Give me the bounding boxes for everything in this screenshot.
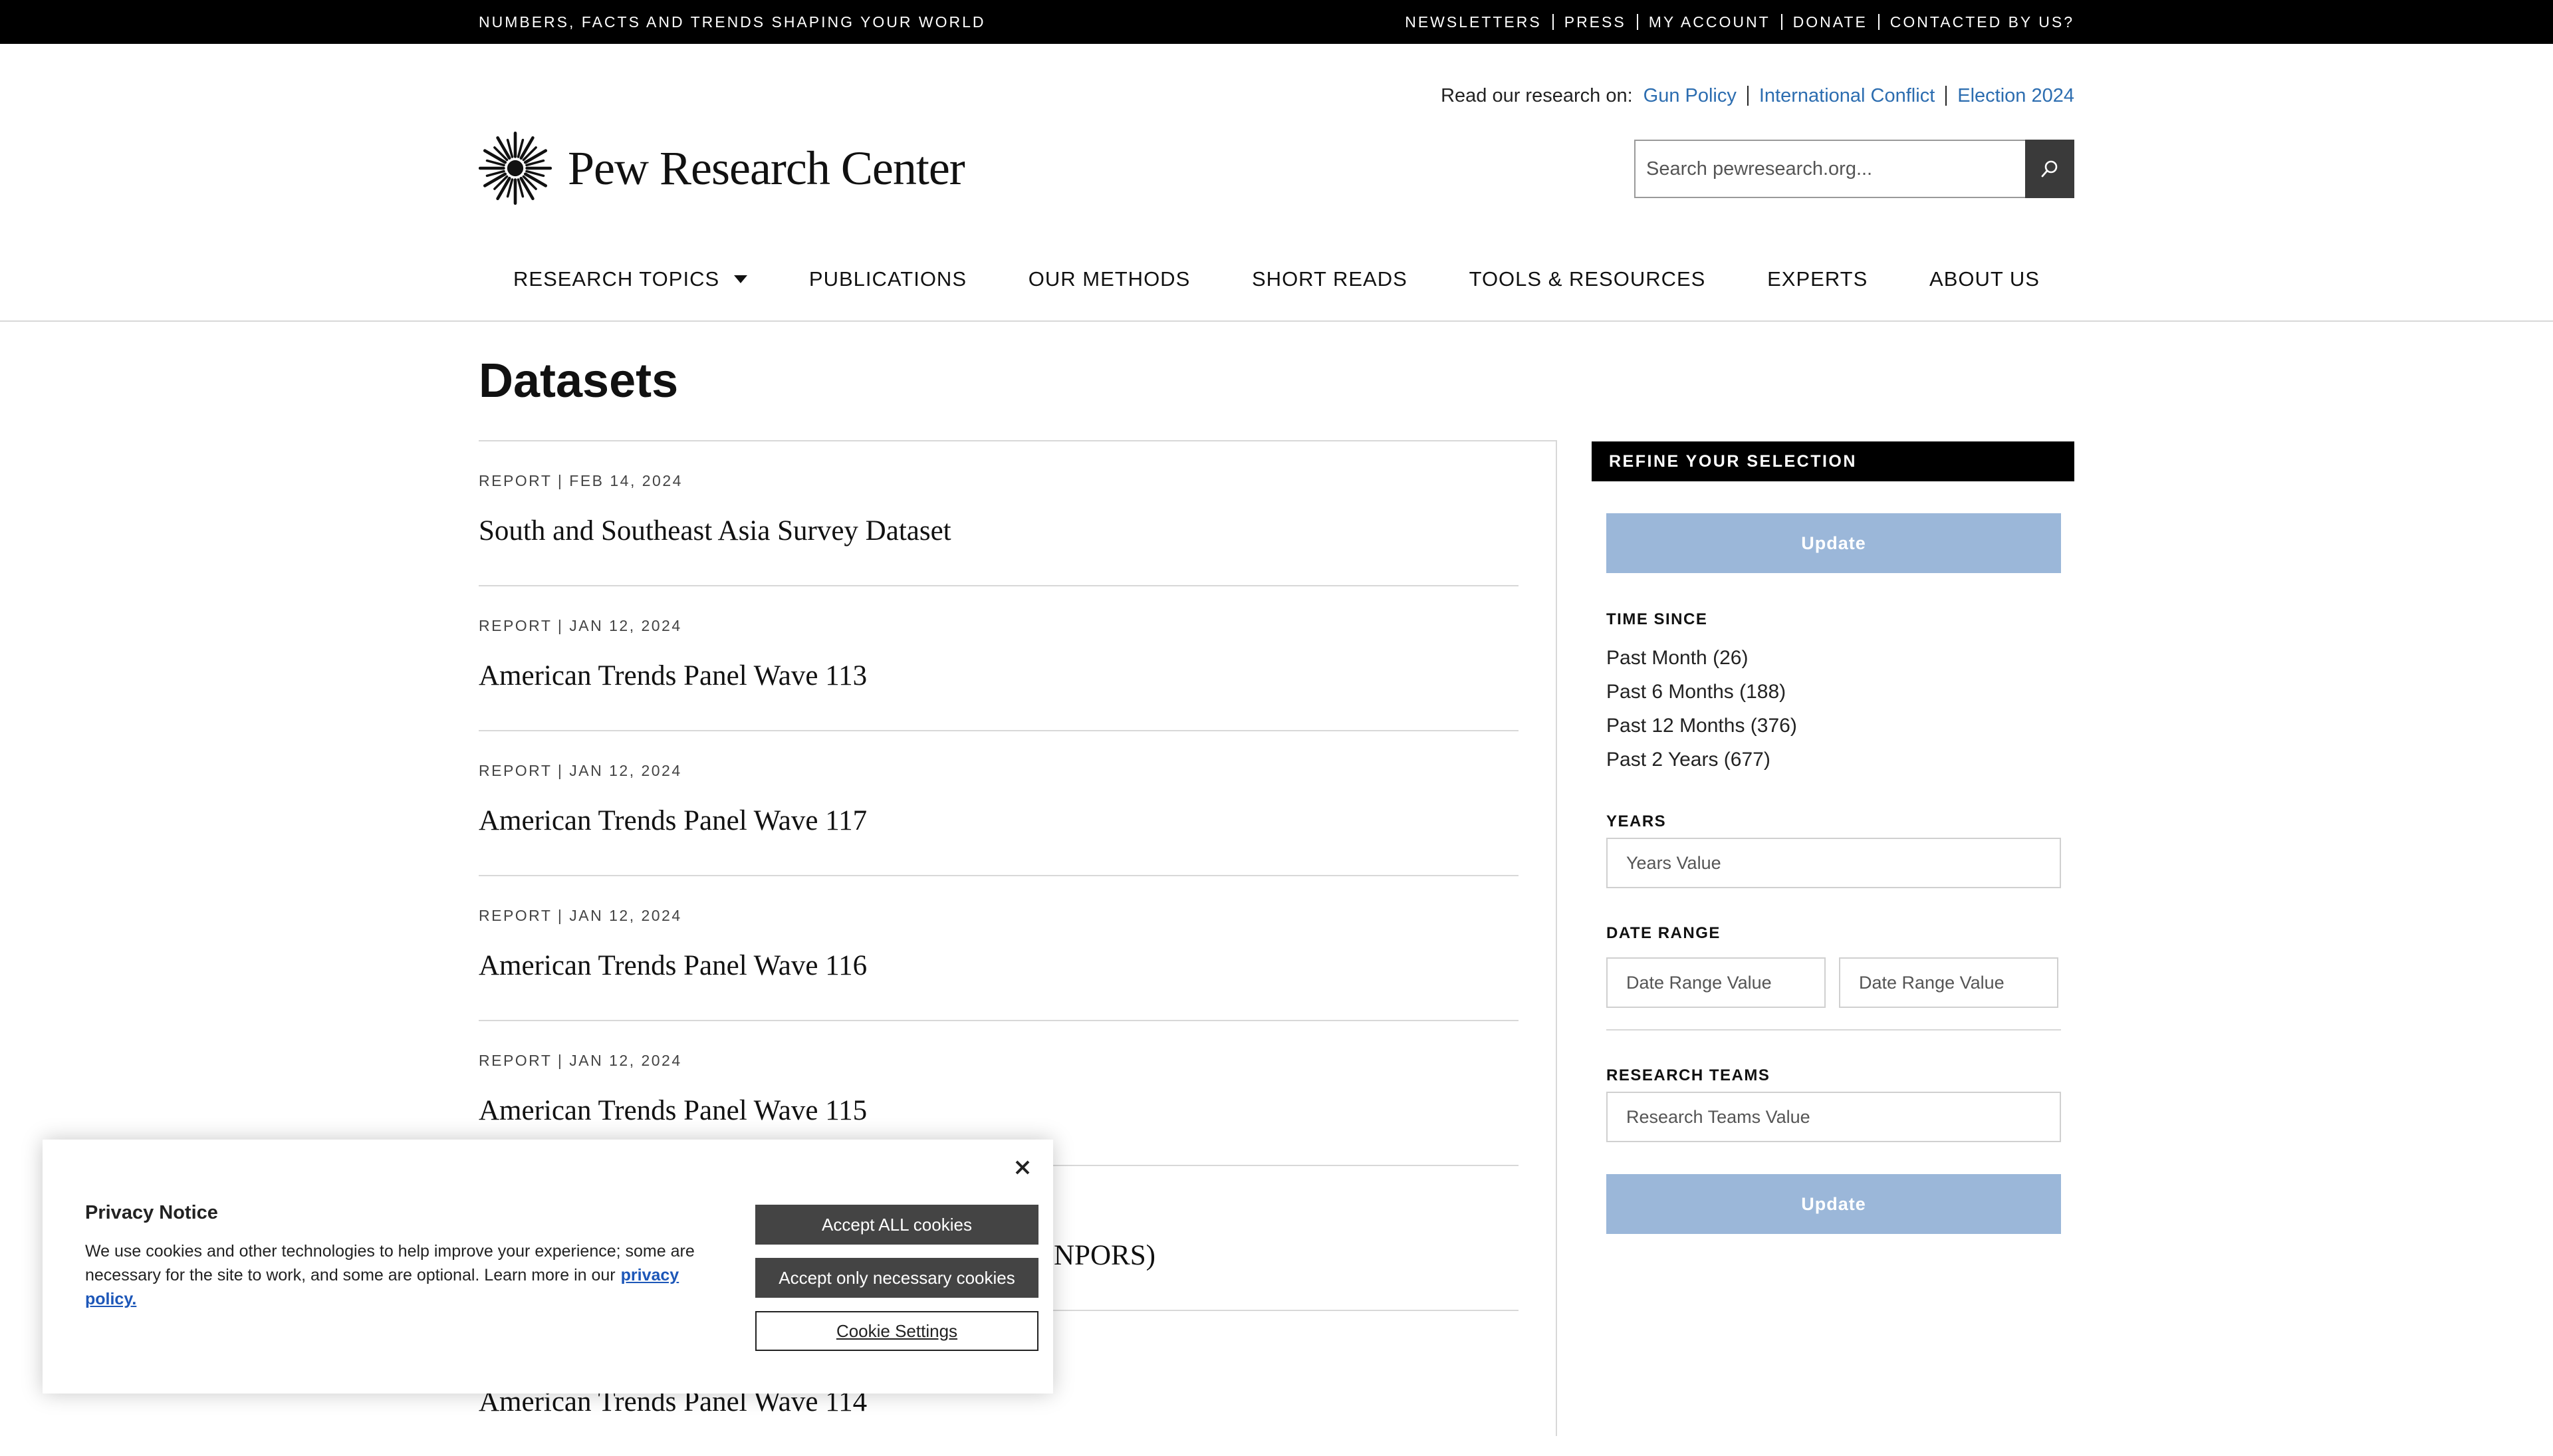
- time-option-past-6-months[interactable]: Past 6 Months (188): [1606, 675, 2061, 709]
- item-meta: REPORT | FEB 14, 2024: [479, 472, 683, 489]
- divider: [1780, 14, 1782, 30]
- item-title-link[interactable]: American Trends Panel Wave 113: [479, 660, 867, 692]
- divider: [1878, 14, 1880, 30]
- site-tagline: NUMBERS, FACTS AND TRENDS SHAPING YOUR W…: [479, 13, 986, 31]
- research-lead-text: Read our research on:: [1441, 84, 1633, 106]
- item-title-link[interactable]: NPORS): [1054, 1239, 1155, 1272]
- nav-label: RESEARCH TOPICS: [513, 267, 720, 291]
- nav-tools-resources[interactable]: TOOLS & RESOURCES: [1469, 267, 1706, 291]
- nav-publications[interactable]: PUBLICATIONS: [809, 267, 967, 291]
- nav-our-methods[interactable]: OUR METHODS: [1029, 267, 1191, 291]
- time-since-label: TIME SINCE: [1606, 610, 1708, 628]
- filter-panel: Update TIME SINCE Past Month (26) Past 6…: [1606, 513, 2061, 1234]
- research-topic-links: Read our research on: Gun Policy Interna…: [1441, 81, 2074, 110]
- item-meta: REPORT | JAN 12, 2024: [479, 617, 682, 634]
- main-navigation: RESEARCH TOPICS PUBLICATIONS OUR METHODS…: [479, 255, 2074, 303]
- caret-down-icon: [734, 275, 748, 283]
- header-divider: [0, 320, 2553, 322]
- nav-short-reads[interactable]: SHORT READS: [1252, 267, 1407, 291]
- privacy-notice-banner: Privacy Notice We use cookies and other …: [43, 1140, 1053, 1394]
- search-input[interactable]: [1634, 140, 2025, 198]
- election-2024-link[interactable]: Election 2024: [1957, 85, 2074, 107]
- date-range-end-input[interactable]: [1839, 957, 2058, 1008]
- privacy-notice-text: We use cookies and other technologies to…: [85, 1239, 710, 1311]
- cookie-settings-button[interactable]: Cookie Settings: [755, 1311, 1038, 1351]
- item-title-link[interactable]: American Trends Panel Wave 115: [479, 1094, 867, 1127]
- research-teams-input[interactable]: [1606, 1092, 2061, 1142]
- nav-research-topics[interactable]: RESEARCH TOPICS: [513, 267, 748, 291]
- list-item: REPORT | JAN 12, 2024 American Trends Pa…: [479, 876, 1519, 1021]
- contacted-by-us-link[interactable]: CONTACTED BY US?: [1890, 0, 2074, 44]
- my-account-link[interactable]: MY ACCOUNT: [1649, 0, 1770, 44]
- years-input[interactable]: [1606, 838, 2061, 888]
- search-icon: [2041, 160, 2058, 178]
- update-button-top[interactable]: Update: [1606, 513, 2061, 573]
- close-button[interactable]: [1009, 1154, 1036, 1181]
- sidebar-header: REFINE YOUR SELECTION: [1592, 441, 2074, 481]
- list-item: REPORT | JAN 12, 2024 American Trends Pa…: [479, 586, 1519, 731]
- utility-links: NEWSLETTERS PRESS MY ACCOUNT DONATE CONT…: [1405, 0, 2074, 44]
- nav-experts[interactable]: EXPERTS: [1767, 267, 1868, 291]
- item-meta: REPORT | JAN 12, 2024: [479, 762, 682, 779]
- accept-necessary-cookies-button[interactable]: Accept only necessary cookies: [755, 1258, 1038, 1298]
- date-range-fields: [1606, 957, 2061, 1008]
- logo-wordmark: Pew Research Center: [568, 141, 965, 195]
- divider: [1945, 86, 1947, 106]
- years-label: YEARS: [1606, 812, 1667, 830]
- date-range-label: DATE RANGE: [1606, 924, 1721, 942]
- item-title-link[interactable]: American Trends Panel Wave 116: [479, 949, 867, 982]
- search-button[interactable]: [2025, 140, 2074, 198]
- close-icon: [1015, 1160, 1030, 1175]
- newsletters-link[interactable]: NEWSLETTERS: [1405, 0, 1542, 44]
- column-divider: [1556, 440, 1557, 1436]
- page-title: Datasets: [479, 354, 679, 408]
- time-option-past-2-years[interactable]: Past 2 Years (677): [1606, 743, 2061, 777]
- privacy-notice-body: We use cookies and other technologies to…: [85, 1242, 695, 1284]
- divider: [1636, 14, 1638, 30]
- nav-about-us[interactable]: ABOUT US: [1929, 267, 2040, 291]
- list-item: REPORT | JAN 12, 2024 American Trends Pa…: [479, 731, 1519, 876]
- donate-link[interactable]: DONATE: [1793, 0, 1868, 44]
- top-utility-bar: NUMBERS, FACTS AND TRENDS SHAPING YOUR W…: [0, 0, 2553, 44]
- research-teams-label: RESEARCH TEAMS: [1606, 1066, 1770, 1084]
- refine-sidebar: REFINE YOUR SELECTION Update TIME SINCE …: [1592, 441, 2074, 1234]
- item-meta: REPORT | JAN 12, 2024: [479, 907, 682, 924]
- time-option-past-month[interactable]: Past Month (26): [1606, 641, 2061, 675]
- site-logo[interactable]: Pew Research Center: [479, 130, 965, 206]
- item-title-link[interactable]: American Trends Panel Wave 117: [479, 804, 867, 837]
- gun-policy-link[interactable]: Gun Policy: [1643, 85, 1737, 107]
- update-button-bottom[interactable]: Update: [1606, 1174, 2061, 1234]
- time-option-past-12-months[interactable]: Past 12 Months (376): [1606, 709, 2061, 743]
- list-item: REPORT | FEB 14, 2024 South and Southeas…: [479, 441, 1519, 586]
- pew-sunburst-icon: [479, 132, 552, 205]
- international-conflict-link[interactable]: International Conflict: [1759, 85, 1935, 107]
- site-search: [1634, 140, 2074, 198]
- item-title-link[interactable]: South and Southeast Asia Survey Dataset: [479, 515, 951, 547]
- date-range-start-input[interactable]: [1606, 957, 1826, 1008]
- divider: [1747, 86, 1749, 106]
- divider: [1606, 1029, 2061, 1031]
- accept-all-cookies-button[interactable]: Accept ALL cookies: [755, 1205, 1038, 1245]
- divider: [1552, 14, 1554, 30]
- item-meta: REPORT | JAN 12, 2024: [479, 1052, 682, 1069]
- privacy-notice-title: Privacy Notice: [85, 1202, 218, 1223]
- time-since-options: Past Month (26) Past 6 Months (188) Past…: [1606, 641, 2061, 777]
- press-link[interactable]: PRESS: [1564, 0, 1626, 44]
